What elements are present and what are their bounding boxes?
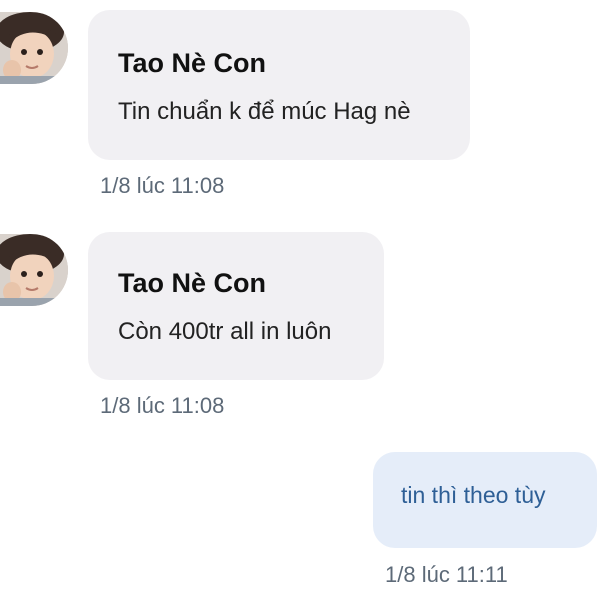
sender-name[interactable]: Tao Nè Con <box>118 268 266 299</box>
incoming-message-bubble[interactable]: Tao Nè Con Còn 400tr all in luôn <box>88 232 384 380</box>
sender-avatar[interactable] <box>0 234 68 306</box>
outgoing-message-text: tin thì theo tùy <box>401 482 546 508</box>
child-avatar-icon <box>0 12 68 84</box>
sender-name[interactable]: Tao Nè Con <box>118 48 266 79</box>
child-avatar-icon <box>0 234 68 306</box>
outgoing-message-bubble[interactable]: tin thì theo tùy <box>373 452 597 548</box>
message-timestamp: 1/8 lúc 11:08 <box>100 173 225 198</box>
message-text: Còn 400tr all in luôn <box>118 318 332 345</box>
message-text: Tin chuẩn k để múc Hag nè <box>118 98 411 125</box>
sender-avatar[interactable] <box>0 12 68 84</box>
outgoing-message-timestamp: 1/8 lúc 11:11 <box>385 562 508 587</box>
incoming-message-bubble[interactable]: Tao Nè Con Tin chuẩn k để múc Hag nè <box>88 10 470 160</box>
message-timestamp: 1/8 lúc 11:08 <box>100 393 225 418</box>
